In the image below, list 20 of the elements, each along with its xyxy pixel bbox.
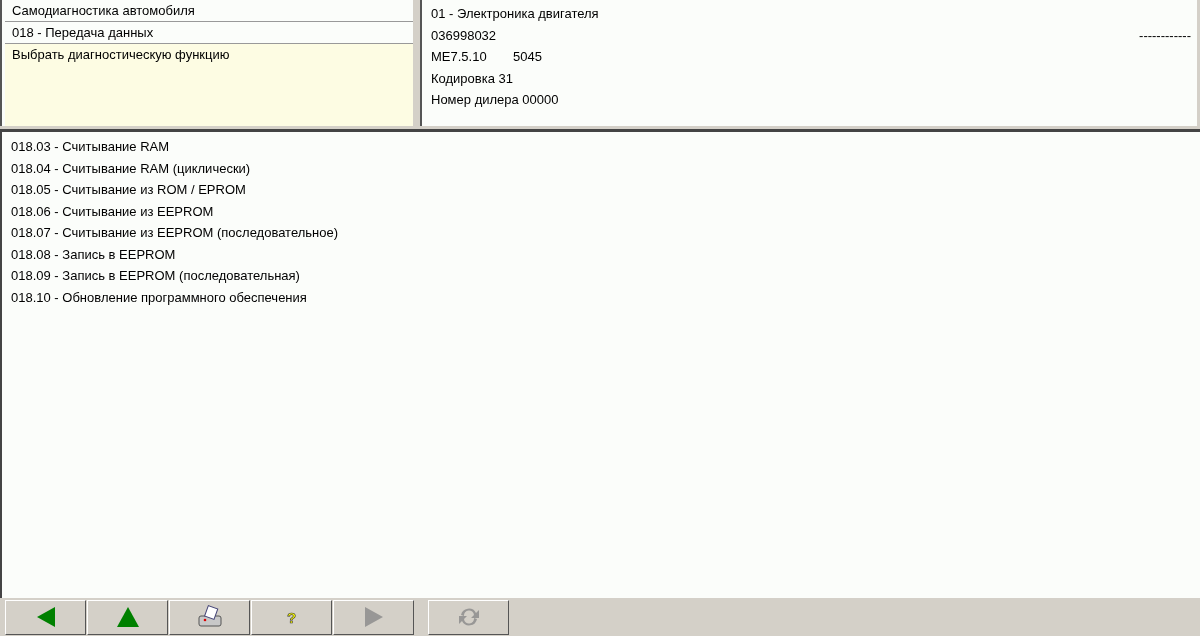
function-item[interactable]: 018.10 - Обновление программного обеспечения — [11, 286, 1191, 308]
print-button[interactable] — [169, 599, 250, 635]
prompt-text: Выбрать диагностическую функцию — [11, 46, 231, 64]
back-button[interactable] — [5, 599, 86, 635]
up-button[interactable] — [87, 599, 168, 635]
version-text: ME7.5.10 — [431, 48, 488, 66]
module-name: 01 - Электроника двигателя — [431, 5, 600, 23]
breadcrumb-text: Самодиагностика автомобиля — [5, 0, 413, 22]
part-number: 036998032 — [431, 26, 497, 45]
function-item[interactable]: 018.05 - Считывание из ROM / EPROM — [11, 179, 1191, 201]
dash-line: ------------ — [1139, 26, 1191, 45]
function-item[interactable]: 018.06 - Считывание из EEPROM — [11, 200, 1191, 222]
function-item[interactable]: 018.07 - Считывание из EEPROM (последовательное) — [11, 222, 1191, 244]
function-item[interactable]: 018.09 - Запись в EEPROM (последовательная) — [11, 265, 1191, 287]
version-code: 5045 — [513, 49, 542, 64]
dealer-text: Номер дилера 00000 — [431, 91, 560, 109]
function-item[interactable]: 018.04 - Считывание RAM (циклически) — [11, 157, 1191, 179]
function-item[interactable]: 018.03 - Считывание RAM — [11, 136, 1191, 158]
coding-text: Кодировка 31 — [431, 69, 514, 88]
function-item[interactable]: 018.08 - Запись в EEPROM — [11, 243, 1191, 265]
